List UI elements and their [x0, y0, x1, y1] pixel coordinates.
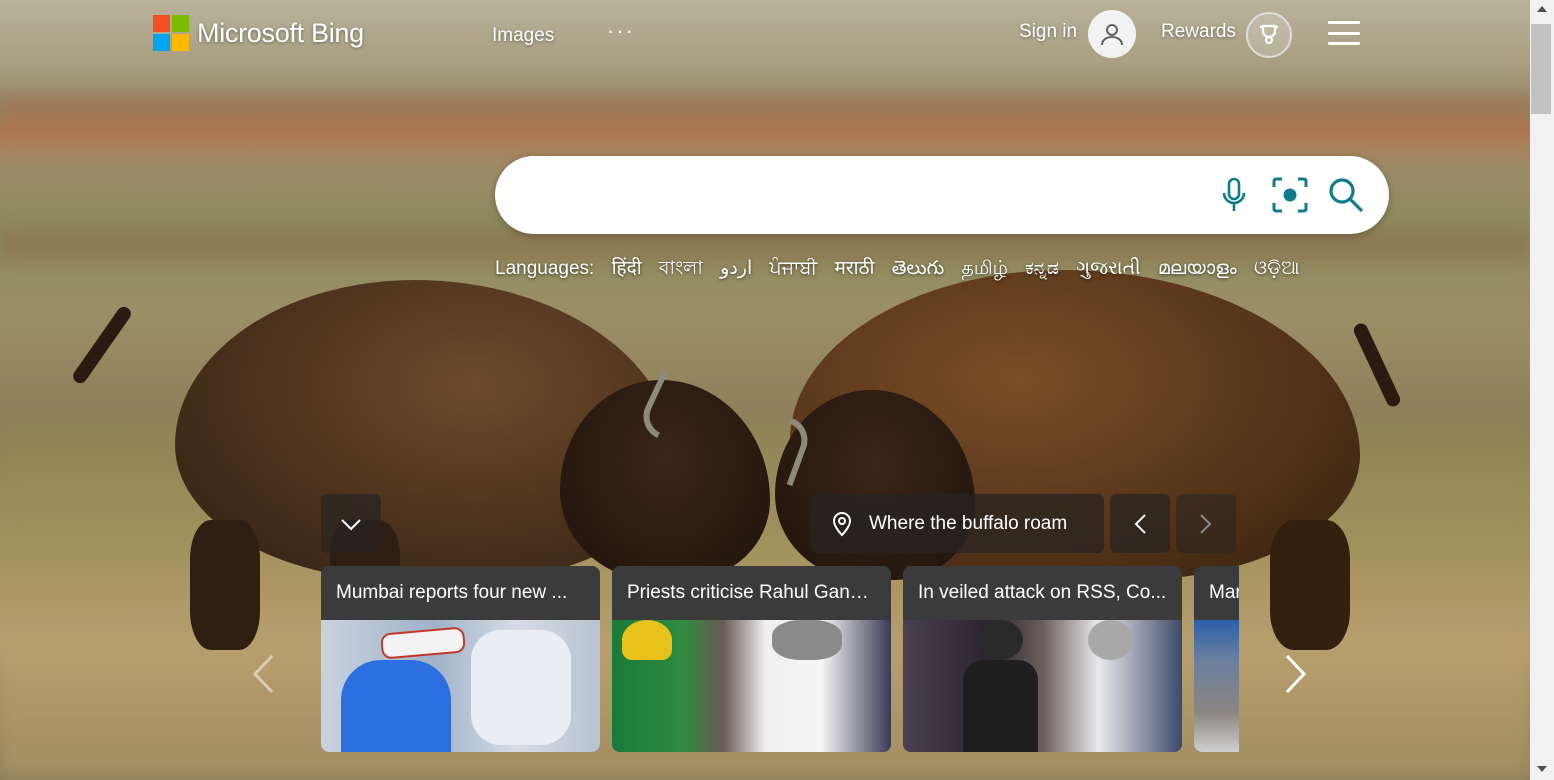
rewards-link[interactable]: Rewards	[1161, 21, 1236, 43]
news-previous-button[interactable]	[243, 652, 283, 696]
search-input[interactable]	[525, 176, 1209, 216]
microphone-icon[interactable]	[1215, 176, 1253, 214]
search-box	[495, 156, 1389, 234]
news-card-image	[903, 620, 1182, 752]
news-card-image	[321, 620, 600, 752]
person-icon[interactable]	[1088, 10, 1136, 58]
sign-in-link[interactable]: Sign in	[1019, 21, 1077, 43]
microsoft-logo-icon	[153, 15, 189, 51]
language-link-malayalam[interactable]: മലയാളം	[1158, 258, 1237, 279]
language-link-odia[interactable]: ଓଡ଼ିଆ	[1254, 258, 1300, 279]
languages-label: Languages:	[495, 258, 595, 279]
languages-bar: Languages: हिंदी বাংলা اردو ਪੰਜਾਬੀ मराठी…	[495, 254, 1300, 286]
news-card-title: Mar	[1194, 566, 1239, 620]
scroll-down-icon[interactable]	[1537, 766, 1547, 772]
news-card-image	[1194, 620, 1239, 752]
chevron-right-icon	[1285, 654, 1307, 694]
brand-name: Microsoft Bing	[197, 17, 364, 48]
image-info-button[interactable]: Where the buffalo roam	[811, 494, 1104, 553]
search-icon[interactable]	[1327, 176, 1365, 214]
language-link-bangla[interactable]: বাংলা	[659, 258, 703, 279]
scrollbar[interactable]	[1530, 0, 1554, 780]
news-card-title: In veiled attack on RSS, Co...	[903, 566, 1182, 620]
chevron-down-icon	[341, 518, 361, 530]
language-link-marathi[interactable]: मराठी	[834, 258, 874, 279]
chevron-right-icon	[1200, 513, 1212, 534]
nav-images-link[interactable]: Images	[492, 25, 554, 47]
news-card-title: Priests criticise Rahul Gand...	[612, 566, 891, 620]
nav-more-button[interactable]: ···	[607, 18, 635, 44]
bing-logo[interactable]: Microsoft Bing	[153, 15, 364, 51]
visual-search-icon[interactable]	[1271, 176, 1309, 214]
trophy-icon[interactable]	[1246, 12, 1292, 58]
news-next-button[interactable]	[1276, 652, 1316, 696]
news-card-title: Mumbai reports four new ...	[321, 566, 600, 620]
news-card[interactable]: Mumbai reports four new ...	[321, 566, 600, 752]
chevron-left-icon	[252, 654, 274, 694]
location-pin-icon	[832, 511, 852, 536]
language-link-telugu[interactable]: తెలుగు	[892, 258, 944, 279]
news-card[interactable]: In veiled attack on RSS, Co...	[903, 566, 1182, 752]
hamburger-icon[interactable]	[1328, 21, 1360, 45]
news-card-image	[612, 620, 891, 752]
scroll-up-icon[interactable]	[1537, 6, 1547, 12]
language-link-urdu[interactable]: اردو	[720, 258, 752, 279]
language-link-kannada[interactable]: ಕನ್ನಡ	[1025, 258, 1059, 279]
chevron-left-icon	[1134, 513, 1146, 534]
language-link-gujarati[interactable]: ગુજરાતી	[1076, 258, 1140, 279]
image-caption: Where the buffalo roam	[869, 512, 1068, 534]
previous-image-button[interactable]	[1110, 494, 1170, 553]
language-link-tamil[interactable]: தமிழ்	[962, 258, 1008, 279]
news-card[interactable]: Priests criticise Rahul Gand...	[612, 566, 891, 752]
next-image-button[interactable]	[1176, 494, 1236, 553]
expand-feed-button[interactable]	[321, 494, 381, 553]
language-link-punjabi[interactable]: ਪੰਜਾਬੀ	[770, 258, 818, 279]
scrollbar-thumb[interactable]	[1531, 24, 1551, 114]
language-link-hindi[interactable]: हिंदी	[612, 258, 642, 279]
news-card[interactable]: Mar	[1194, 566, 1239, 752]
